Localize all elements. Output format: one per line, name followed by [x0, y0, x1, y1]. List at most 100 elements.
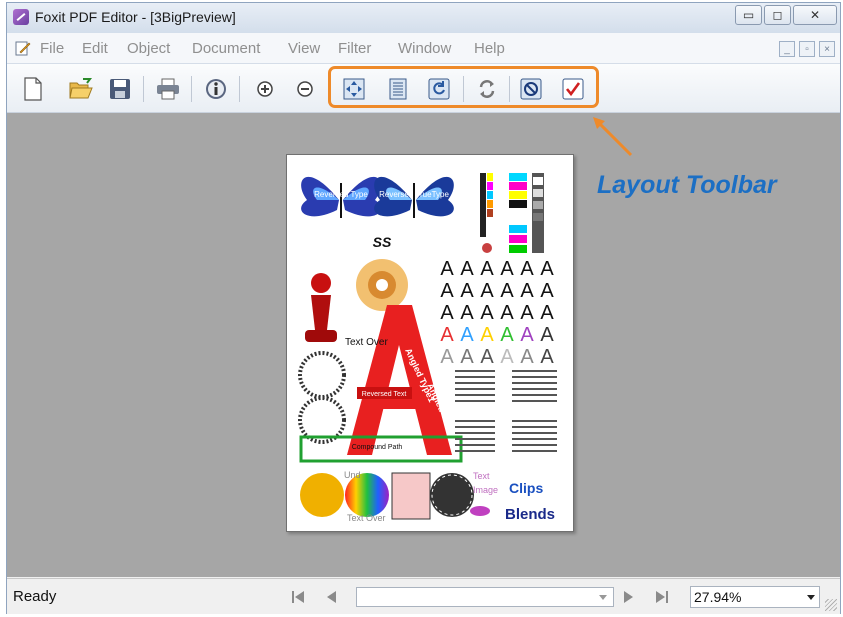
svg-text:A: A — [500, 324, 514, 346]
text-columns — [455, 370, 557, 452]
layout-toolbar-annotation: Layout Toolbar — [597, 171, 777, 199]
svg-text:A: A — [460, 324, 474, 346]
svg-text:A: A — [440, 324, 454, 346]
svg-text:A: A — [500, 346, 514, 368]
menu-help[interactable]: Help — [474, 40, 505, 57]
close-button[interactable]: ✕ — [793, 5, 837, 25]
svg-text:A: A — [440, 280, 454, 302]
under-text: Und — [344, 470, 361, 480]
text-label: Text — [473, 471, 490, 481]
menu-filter[interactable]: Filter — [338, 40, 371, 57]
svg-text:A: A — [540, 258, 554, 280]
maximize-button[interactable]: ◻ — [764, 5, 791, 25]
reversed-text-label: Reversed Text — [362, 391, 407, 398]
minimize-button[interactable]: ▭ — [735, 5, 762, 25]
compound-path-label: Compound Path — [352, 444, 403, 451]
svg-text:A: A — [520, 258, 534, 280]
menu-document[interactable]: Document — [192, 40, 260, 57]
last-page-icon[interactable] — [653, 587, 671, 607]
circular-text-ring-1 — [298, 351, 346, 399]
document-edit-icon — [15, 41, 31, 56]
menu-view[interactable]: View — [288, 40, 320, 57]
svg-text:A: A — [480, 280, 494, 302]
blends-label: Blends — [505, 506, 555, 523]
chevron-down-icon — [599, 595, 607, 600]
first-page-icon[interactable] — [289, 587, 307, 607]
print-icon[interactable] — [155, 76, 181, 102]
pdf-page-preview[interactable]: Reversed Type Reversed TrueType SS A A A… — [286, 154, 574, 532]
circular-text-ring-2 — [298, 396, 346, 444]
svg-text:A: A — [520, 324, 534, 346]
pattern-rectangle — [391, 472, 431, 520]
resize-grip[interactable] — [825, 599, 837, 611]
svg-text:A: A — [460, 302, 474, 324]
new-file-icon[interactable] — [20, 76, 46, 102]
svg-text:A: A — [500, 258, 514, 280]
mdi-minimize-button[interactable]: _ — [779, 41, 795, 57]
menu-window[interactable]: Window — [398, 40, 451, 57]
mdi-restore-button[interactable]: ▫ — [799, 41, 815, 57]
pinwheel-image — [356, 259, 408, 311]
chess-pawn — [305, 273, 337, 342]
window-title: Foxit PDF Editor - [3BigPreview] — [35, 9, 236, 25]
svg-text:A: A — [480, 346, 494, 368]
toolbar-separator — [143, 76, 144, 102]
status-bar: Ready 27.94% — [7, 578, 840, 614]
svg-text:A: A — [540, 302, 554, 324]
svg-text:A: A — [520, 346, 534, 368]
foxit-app-icon — [13, 9, 29, 25]
save-icon[interactable] — [107, 76, 133, 102]
clips-label: Clips — [509, 480, 543, 496]
big-red-letter-a — [347, 305, 452, 455]
svg-text:A: A — [540, 324, 554, 346]
zoom-in-icon[interactable] — [252, 76, 278, 102]
reversed-type-text: Reversed Type — [314, 190, 368, 199]
color-swatches — [480, 173, 544, 253]
svg-text:A: A — [540, 346, 554, 368]
zoom-select[interactable]: 27.94% — [690, 586, 820, 608]
status-text: Ready — [13, 588, 57, 605]
svg-text:A: A — [480, 324, 494, 346]
next-page-icon[interactable] — [620, 587, 638, 607]
menu-object[interactable]: Object — [127, 40, 170, 57]
app-window: Foxit PDF Editor - [3BigPreview] ▭ ◻ ✕ F… — [6, 2, 841, 614]
zoom-value: 27.94% — [694, 589, 742, 605]
annotation-arrow — [593, 117, 633, 157]
letter-a-grid: AAAAAA AAAAAA AAAAAA AAAAAA AAAAAA — [440, 258, 554, 368]
toolbar-separator — [239, 76, 240, 102]
menu-edit[interactable]: Edit — [82, 40, 108, 57]
open-folder-icon[interactable] — [68, 76, 94, 102]
page-content: Reversed Type Reversed TrueType SS A A A… — [298, 173, 557, 523]
main-toolbar — [7, 64, 840, 113]
blend-ellipse — [470, 506, 490, 516]
title-bar: Foxit PDF Editor - [3BigPreview] ▭ ◻ ✕ — [7, 3, 840, 33]
svg-text:A: A — [480, 302, 494, 324]
page-scroll-field[interactable] — [356, 587, 614, 607]
svg-text:A: A — [520, 302, 534, 324]
svg-text:A: A — [460, 258, 474, 280]
reversed-truetype-text: Reversed TrueType — [379, 190, 449, 199]
svg-text:A: A — [540, 280, 554, 302]
svg-text:A: A — [500, 280, 514, 302]
svg-text:A: A — [440, 302, 454, 324]
gold-circle — [300, 473, 344, 517]
image-label: Image — [473, 485, 498, 495]
chevron-down-icon — [807, 595, 815, 600]
previous-page-icon[interactable] — [322, 587, 340, 607]
document-canvas[interactable]: Layout Toolbar Reversed Type Reversed Tr… — [7, 113, 840, 577]
toolbar-separator — [191, 76, 192, 102]
info-icon[interactable] — [203, 76, 229, 102]
menu-file[interactable]: File — [40, 40, 64, 57]
svg-text:A: A — [480, 258, 494, 280]
text-over-label: Text Over — [345, 337, 388, 348]
zoom-out-icon[interactable] — [292, 76, 318, 102]
text-over-label-2: Text Over — [347, 513, 386, 523]
svg-text:A: A — [440, 346, 454, 368]
mdi-close-button[interactable]: × — [819, 41, 835, 57]
layout-toolbar-highlight — [328, 66, 599, 108]
svg-text:A: A — [460, 346, 474, 368]
menu-bar: File Edit Object Document View Filter Wi… — [7, 33, 840, 64]
svg-text:A: A — [460, 280, 474, 302]
ss-text: SS — [373, 234, 392, 250]
svg-text:A: A — [500, 302, 514, 324]
